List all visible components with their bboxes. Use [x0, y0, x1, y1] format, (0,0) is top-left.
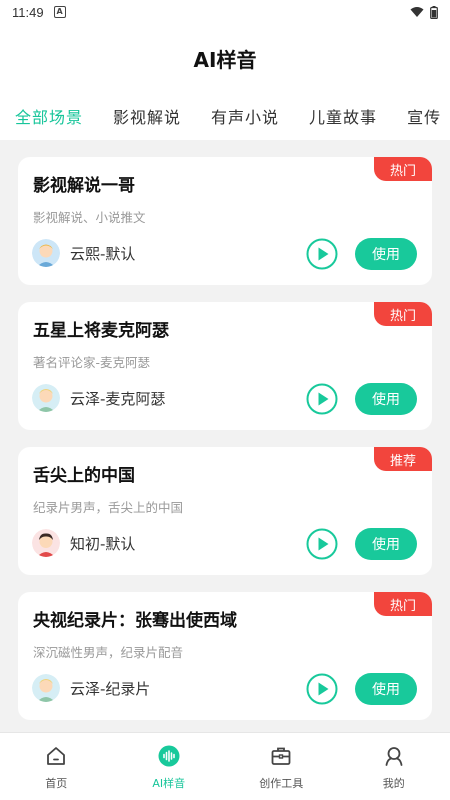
sound-wave-icon	[158, 745, 180, 767]
tab-promotion[interactable]: 宣传	[407, 104, 441, 128]
tab-all-scenes[interactable]: 全部场景	[15, 104, 83, 128]
status-time: 11:49	[12, 4, 44, 20]
home-icon	[47, 747, 66, 765]
use-button[interactable]: 使用	[355, 383, 417, 415]
bottom-nav: 首页 AI样音 创作工具 我的	[0, 732, 450, 800]
battery-icon	[430, 5, 438, 19]
play-button[interactable]	[306, 383, 338, 415]
nav-label: 我的	[382, 777, 405, 790]
card-description: 纪录片男声，舌尖上的中国	[33, 500, 184, 515]
nav-home[interactable]: 首页	[0, 733, 113, 800]
card-title: 影视解说一哥	[33, 176, 135, 196]
use-button[interactable]: 使用	[355, 528, 417, 560]
voice-name: 云泽-麦克阿瑟	[70, 390, 166, 408]
status-bar: 11:49 A	[0, 0, 450, 24]
voice-card[interactable]: 热门 央视纪录片：张骞出使西域 深沉磁性男声，纪录片配音 云泽-纪录片 使用	[18, 592, 432, 720]
play-button[interactable]	[306, 673, 338, 705]
play-button[interactable]	[306, 528, 338, 560]
hot-badge: 热门	[374, 302, 432, 326]
nav-label: 首页	[45, 777, 68, 790]
tab-children-story[interactable]: 儿童故事	[309, 104, 377, 128]
tab-film-commentary[interactable]: 影视解说	[113, 104, 181, 128]
avatar	[32, 674, 60, 702]
card-title: 舌尖上的中国	[33, 466, 135, 486]
card-title: 五星上将麦克阿瑟	[33, 321, 169, 341]
voice-name: 知初-默认	[70, 535, 136, 553]
a-icon: A	[53, 6, 66, 18]
voice-card-list: 热门 影视解说一哥 影视解说、小说推文 云熙-默认 使用 热门 五星上将麦克阿瑟…	[0, 140, 450, 732]
hot-badge: 热门	[374, 592, 432, 616]
category-tabs: 全部场景 影视解说 有声小说 儿童故事 宣传	[0, 92, 450, 140]
play-icon	[306, 383, 338, 415]
status-icons	[410, 5, 438, 19]
avatar	[32, 239, 60, 267]
voice-card[interactable]: 热门 五星上将麦克阿瑟 著名评论家-麦克阿瑟 云泽-麦克阿瑟 使用	[18, 302, 432, 430]
avatar	[32, 384, 60, 412]
play-icon	[306, 238, 338, 270]
tab-audio-novel[interactable]: 有声小说	[211, 104, 279, 128]
wifi-icon	[410, 7, 424, 17]
toolbox-icon	[271, 747, 291, 765]
nav-label: 创作工具	[259, 777, 304, 790]
recommend-badge: 推荐	[374, 447, 432, 471]
profile-icon	[385, 747, 403, 766]
card-description: 深沉磁性男声，纪录片配音	[33, 645, 184, 660]
page-title: AI样音	[193, 47, 257, 72]
play-icon	[306, 673, 338, 705]
voice-name: 云熙-默认	[70, 245, 136, 263]
nav-label: AI样音	[152, 777, 186, 790]
avatar	[32, 529, 60, 557]
card-title: 央视纪录片：张骞出使西域	[33, 611, 237, 631]
voice-name: 云泽-纪录片	[70, 680, 151, 698]
nav-ai-voice[interactable]: AI样音	[113, 733, 226, 800]
use-button[interactable]: 使用	[355, 673, 417, 705]
use-button[interactable]: 使用	[355, 238, 417, 270]
play-button[interactable]	[306, 238, 338, 270]
nav-creation-tools[interactable]: 创作工具	[225, 733, 338, 800]
nav-profile[interactable]: 我的	[338, 733, 450, 800]
app-header: AI样音	[0, 24, 450, 92]
voice-card[interactable]: 热门 影视解说一哥 影视解说、小说推文 云熙-默认 使用	[18, 157, 432, 285]
voice-card[interactable]: 推荐 舌尖上的中国 纪录片男声，舌尖上的中国 知初-默认 使用	[18, 447, 432, 575]
play-icon	[306, 528, 338, 560]
hot-badge: 热门	[374, 157, 432, 181]
card-description: 著名评论家-麦克阿瑟	[33, 355, 151, 370]
card-description: 影视解说、小说推文	[33, 210, 146, 225]
